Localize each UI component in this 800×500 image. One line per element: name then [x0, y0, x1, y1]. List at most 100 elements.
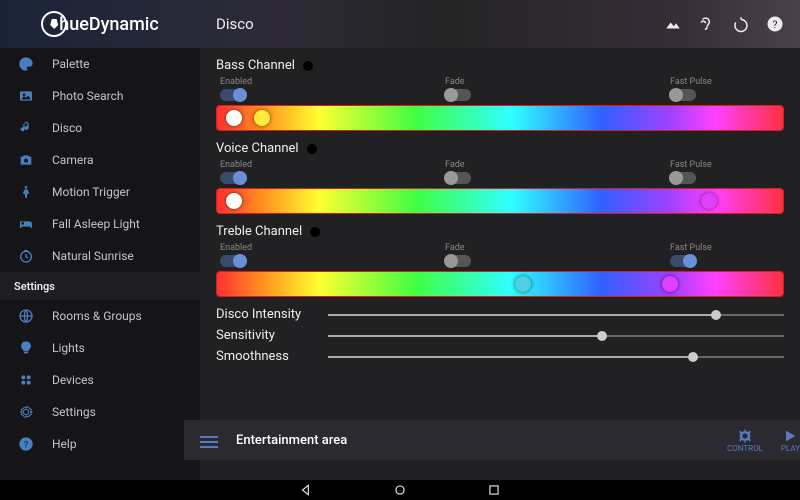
channel-dot	[303, 61, 313, 71]
spectrum-thumb[interactable]	[515, 276, 531, 292]
landscape-icon[interactable]	[664, 15, 682, 33]
page-title: Disco	[216, 15, 664, 33]
motion-icon	[18, 184, 34, 200]
slider-thumb[interactable]	[711, 310, 721, 320]
sidebar-item-palette[interactable]: Palette	[0, 48, 200, 80]
fade-label: Fade	[445, 77, 465, 87]
spectrum-slider[interactable]	[216, 188, 784, 214]
slider-thumb[interactable]	[688, 352, 698, 362]
sidebar-item-help[interactable]: ? Help	[0, 428, 200, 460]
sidebar-section-settings: Settings	[0, 272, 200, 300]
sidebar-item-label: Natural Sunrise	[52, 249, 134, 263]
spectrum-thumb[interactable]	[662, 276, 678, 292]
recent-icon[interactable]	[487, 483, 501, 497]
photo-icon	[18, 88, 34, 104]
home-icon[interactable]	[393, 483, 407, 497]
play-button[interactable]: PLAY	[781, 428, 800, 453]
fade-switch[interactable]	[445, 255, 471, 267]
main-content: Bass Channel Enabled Fade Fast Pulse Voice C…	[200, 48, 800, 480]
slider-disco-intensity: Disco Intensity	[216, 307, 784, 322]
fastpulse-switch[interactable]	[670, 172, 696, 184]
sidebar-item-label: Camera	[52, 153, 94, 167]
globe-icon	[18, 308, 34, 324]
slider-label: Smoothness	[216, 349, 316, 364]
spectrum-slider[interactable]	[216, 271, 784, 297]
channel-title: Voice Channel	[216, 141, 784, 156]
devices-icon	[18, 372, 34, 388]
bottom-bar: Entertainment area CONTROL PLAY	[184, 420, 800, 460]
fade-label: Fade	[445, 160, 465, 170]
palette-icon	[18, 56, 34, 72]
entertainment-area-title: Entertainment area	[236, 433, 709, 448]
help-icon[interactable]: ?	[766, 15, 784, 33]
spectrum-thumb[interactable]	[701, 193, 717, 209]
sidebar-item-natural-sunrise[interactable]: Natural Sunrise	[0, 240, 200, 272]
channel-title: Treble Channel	[216, 224, 784, 239]
menu-icon[interactable]	[200, 433, 218, 447]
fastpulse-switch[interactable]	[670, 255, 696, 267]
fade-label: Fade	[445, 243, 465, 253]
slider-smoothness: Smoothness	[216, 349, 784, 364]
sidebar-item-label: Photo Search	[52, 89, 124, 103]
enabled-switch[interactable]	[220, 255, 246, 267]
sidebar-item-label: Fall Asleep Light	[52, 217, 140, 231]
app-name-label: hueDynamic	[59, 14, 159, 35]
spectrum-thumb[interactable]	[226, 110, 242, 126]
fade-switch[interactable]	[445, 172, 471, 184]
slider-track[interactable]	[328, 356, 784, 358]
bulb-icon	[18, 340, 34, 356]
help-icon: ?	[18, 436, 34, 452]
sidebar-item-label: Devices	[52, 373, 94, 387]
sidebar-item-motion-trigger[interactable]: Motion Trigger	[0, 176, 200, 208]
enabled-switch[interactable]	[220, 89, 246, 101]
slider-track[interactable]	[328, 335, 784, 337]
slider-thumb[interactable]	[597, 331, 607, 341]
sidebar-item-camera[interactable]: Camera	[0, 144, 200, 176]
sidebar-item-fall-asleep-light[interactable]: Fall Asleep Light	[0, 208, 200, 240]
camera-icon	[18, 152, 34, 168]
bed-icon	[18, 216, 34, 232]
back-icon[interactable]	[299, 483, 313, 497]
sidebar-item-rooms-groups[interactable]: Rooms & Groups	[0, 300, 200, 332]
sidebar-item-lights[interactable]: Lights	[0, 332, 200, 364]
sidebar-item-label: Help	[52, 437, 77, 451]
android-navbar	[0, 480, 800, 500]
channel-dot	[310, 227, 320, 237]
slider-label: Sensitivity	[216, 328, 316, 343]
sidebar-item-devices[interactable]: Devices	[0, 364, 200, 396]
spectrum-slider[interactable]	[216, 105, 784, 131]
sidebar-item-label: Disco	[52, 121, 82, 135]
enabled-label: Enabled	[220, 77, 252, 87]
svg-text:?: ?	[24, 439, 29, 450]
sidebar-item-label: Lights	[52, 341, 85, 355]
hearing-icon[interactable]	[698, 15, 716, 33]
enabled-switch[interactable]	[220, 172, 246, 184]
app-logo: hueDynamic	[0, 0, 200, 48]
spectrum-thumb[interactable]	[226, 193, 242, 209]
refresh-icon[interactable]	[732, 15, 750, 33]
channel-treble-channel: Treble Channel Enabled Fade Fast Pulse	[216, 224, 784, 297]
channel-bass-channel: Bass Channel Enabled Fade Fast Pulse	[216, 58, 784, 131]
sidebar-item-disco[interactable]: Disco	[0, 112, 200, 144]
sidebar-item-photo-search[interactable]: Photo Search	[0, 80, 200, 112]
sidebar-item-label: Palette	[52, 57, 90, 71]
spectrum-thumb[interactable]	[254, 110, 270, 126]
slider-sensitivity: Sensitivity	[216, 328, 784, 343]
sidebar-item-settings[interactable]: Settings	[0, 396, 200, 428]
enabled-label: Enabled	[220, 243, 252, 253]
bulb-icon	[41, 11, 67, 37]
sidebar: Palette Photo Search Disco Camera Motion Tri…	[0, 48, 200, 480]
fastpulse-label: Fast Pulse	[670, 243, 712, 253]
fastpulse-label: Fast Pulse	[670, 77, 712, 87]
enabled-label: Enabled	[220, 160, 252, 170]
fade-switch[interactable]	[445, 89, 471, 101]
clock-icon	[18, 248, 34, 264]
sidebar-item-label: Settings	[52, 405, 96, 419]
svg-text:?: ?	[773, 18, 778, 31]
sidebar-item-label: Rooms & Groups	[52, 309, 142, 323]
channel-voice-channel: Voice ChannelEnabledFadeFast Pulse	[216, 141, 784, 214]
control-button[interactable]: CONTROL	[727, 428, 763, 453]
slider-track[interactable]	[328, 314, 784, 316]
fastpulse-switch[interactable]	[670, 89, 696, 101]
channel-title: Bass Channel	[216, 58, 784, 73]
